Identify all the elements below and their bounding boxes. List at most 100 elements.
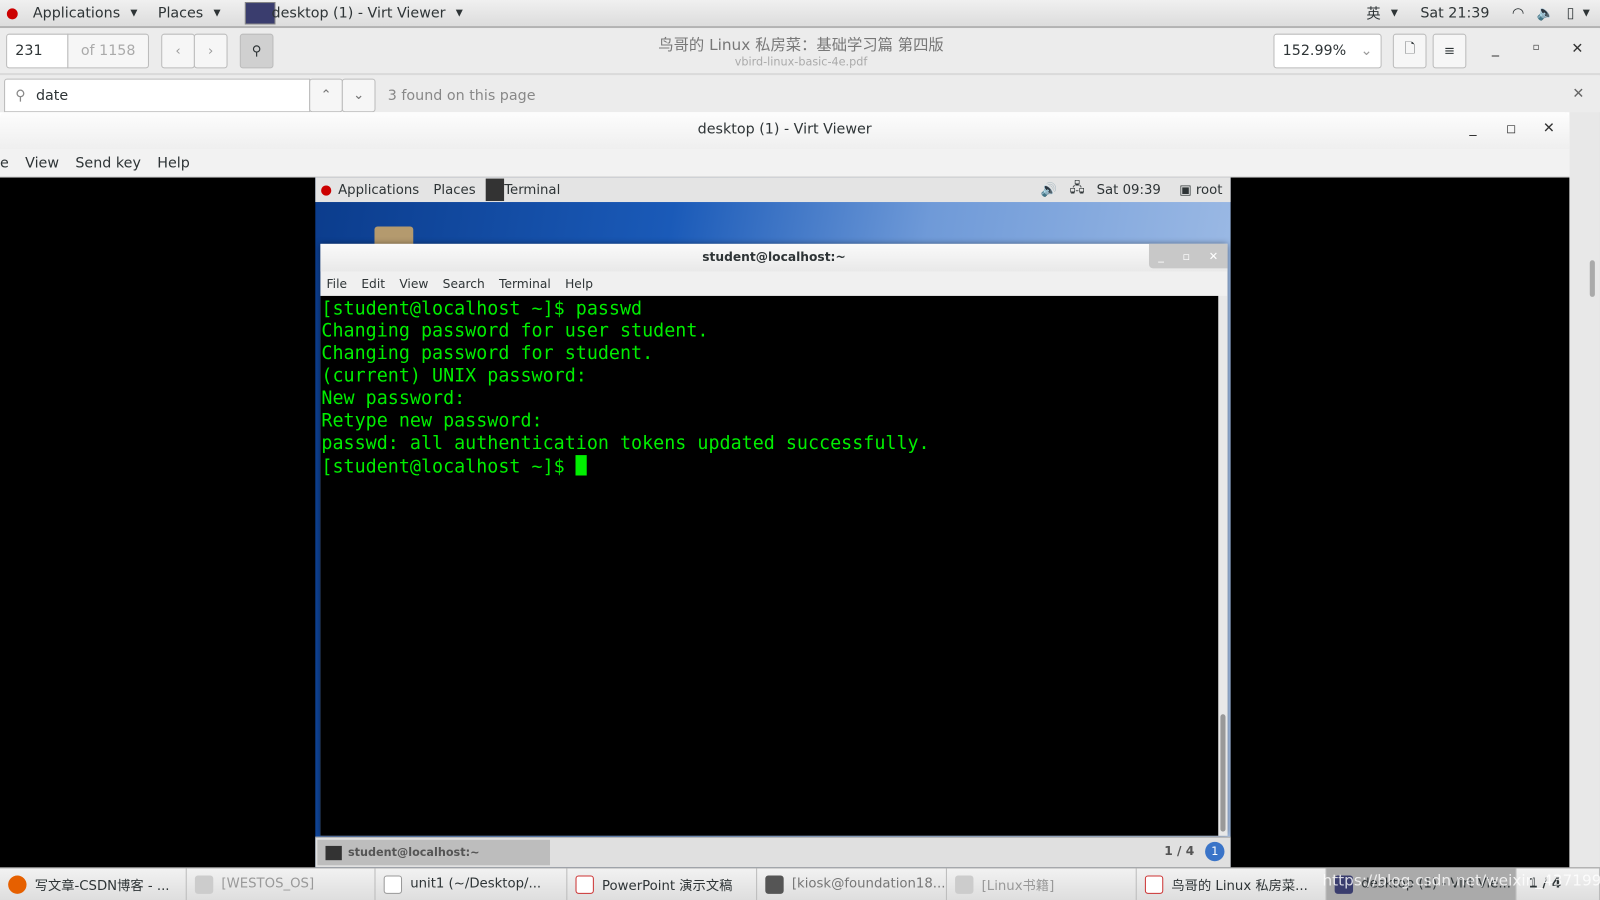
previous-page-button[interactable]: ‹ (161, 33, 195, 69)
terminal-line: [student@localhost ~]$ passwd (321, 297, 643, 320)
host-top-bar: ● Applications ▼ Places ▼ desktop (1) - Vi… (0, 0, 1600, 28)
terminal-line: (current) UNIX password: (321, 365, 587, 387)
vv-close-button[interactable]: ✕ (1543, 120, 1555, 136)
terminal-icon (325, 845, 342, 860)
search-toggle-button[interactable]: ⚲ (239, 33, 274, 69)
guest-applications-menu[interactable]: Applications (338, 182, 419, 197)
terminal-menubar: File Edit View Search Terminal Help (320, 271, 1227, 295)
find-bar: ⚲ date ⌃ ⌄ 3 found on this page ✕ (0, 75, 1600, 113)
terminal-title: student@localhost:~ (320, 243, 1228, 272)
wifi-icon[interactable]: ◠ (1512, 5, 1524, 21)
document-viewer-icon (575, 874, 594, 894)
terminal-prompt: [student@localhost ~]$ (321, 456, 576, 478)
notification-badge[interactable]: 1 (1205, 841, 1225, 862)
terminal-output[interactable]: [student@localhost ~]$ passwd Changing pa… (320, 295, 1219, 836)
terminal-close-button[interactable]: ✕ (1209, 249, 1218, 262)
terminal-menu-help[interactable]: Help (565, 277, 593, 291)
battery-icon[interactable]: ▯ (1567, 5, 1575, 21)
terminal-menu-search[interactable]: Search (443, 277, 485, 291)
maximize-button[interactable]: ▫ (1533, 42, 1540, 53)
places-menu[interactable]: Places ▼ (158, 5, 227, 21)
terminal-scrollbar[interactable] (1218, 295, 1228, 836)
find-next-button[interactable]: ⌄ (341, 78, 376, 113)
task-firefox[interactable]: 写文章-CSDN博客 - ... (0, 868, 187, 900)
virt-viewer-menubar: e View Send key Help (0, 148, 1570, 178)
document-title: 鸟哥的 Linux 私房菜：基础学习篇 第四版 (658, 35, 944, 55)
guest-active-app[interactable]: Terminal (504, 182, 560, 197)
page-view-button[interactable]: 🗋 (1392, 33, 1427, 69)
task-unit1[interactable]: unit1 (~/Desktop/... (376, 868, 568, 900)
window-icon (955, 874, 974, 894)
search-icon: ⚲ (251, 43, 262, 59)
hamburger-icon: ≡ (1443, 43, 1456, 59)
watermark: https://blog.csdn.net/weixin_43719955 (1322, 871, 1600, 890)
vv-maximize-button[interactable]: ◻ (1506, 121, 1516, 135)
zoom-select[interactable]: 152.99% ⌄ (1273, 33, 1382, 69)
input-method[interactable]: 英 ▼ (1366, 3, 1404, 23)
pdf-toolbar: 231 of 1158 ‹ › ⚲ 鸟哥的 Linux 私房菜：基础学习篇 第四… (0, 28, 1600, 75)
find-close-button[interactable]: ✕ (1572, 86, 1584, 102)
terminal-minimize-button[interactable]: _ (1158, 249, 1164, 262)
terminal-line: Changing password for student. (321, 342, 654, 365)
network-icon[interactable]: 🖧 (1070, 179, 1085, 201)
system-menu-caret[interactable]: ▼ (1583, 8, 1590, 18)
terminal-menu-edit[interactable]: Edit (361, 277, 385, 291)
close-button[interactable]: ✕ (1571, 41, 1583, 57)
guest-clock[interactable]: Sat 09:39 (1097, 182, 1161, 197)
terminal-maximize-button[interactable]: ▫ (1183, 249, 1191, 262)
terminal-line: New password: (321, 387, 466, 410)
task-powerpoint[interactable]: PowerPoint 演示文稿 (567, 868, 758, 900)
guest-top-bar: ● Applications Places Terminal 🔊 🖧 Sat 0… (315, 177, 1231, 203)
document-icon: 🗋 (1404, 41, 1416, 58)
host-taskbar: 写文章-CSDN博客 - ... [WESTOS_OS] unit1 (~/De… (0, 867, 1600, 900)
volume-icon[interactable]: 🔊 (1041, 182, 1058, 197)
volume-muted-icon[interactable]: 🔈 (1537, 5, 1555, 21)
menu-file[interactable]: e (0, 155, 9, 171)
redhat-icon: ● (320, 182, 332, 198)
page-total: of 1158 (67, 33, 149, 69)
window-icon (194, 874, 214, 894)
next-page-button[interactable]: › (193, 33, 228, 69)
menu-view[interactable]: View (25, 155, 59, 171)
terminal-line: passwd: all authentication tokens update… (321, 432, 930, 455)
minimize-button[interactable]: _ (1492, 41, 1499, 57)
document-filename: vbird-linux-basic-4e.pdf (734, 55, 868, 69)
guest-user-menu[interactable]: root (1196, 182, 1223, 197)
guest-workspace-indicator[interactable]: 1 / 4 (1164, 844, 1194, 858)
task-linux-books[interactable]: [Linux书籍] (947, 868, 1137, 900)
guest-task-terminal[interactable]: student@localhost:~ (317, 839, 550, 866)
terminal-line: Changing password for user student. (321, 320, 709, 342)
guest-places-menu[interactable]: Places (433, 182, 475, 197)
virt-viewer-window: desktop (1) - Virt Viewer _ ◻ ✕ e View S… (0, 112, 1570, 868)
task-pdf-viewer[interactable]: 鸟哥的 Linux 私房菜... (1137, 868, 1327, 900)
menu-send-key[interactable]: Send key (75, 155, 141, 171)
vv-minimize-button[interactable]: _ (1469, 120, 1476, 136)
text-editor-icon (383, 874, 403, 894)
applications-menu[interactable]: Applications ▼ (33, 5, 144, 21)
firefox-icon (8, 874, 27, 894)
clock[interactable]: Sat 21:39 (1420, 5, 1489, 21)
terminal-window-controls: _ ▫ ✕ (1148, 243, 1228, 269)
menu-button[interactable]: ≡ (1432, 33, 1467, 69)
terminal-icon (485, 178, 505, 202)
virt-viewer-title: desktop (1) - Virt Viewer (0, 112, 1570, 149)
terminal-window: student@localhost:~ _ ▫ ✕ File Edit View S… (320, 243, 1228, 836)
task-westos[interactable]: [WESTOS_OS] (187, 868, 376, 900)
guest-display[interactable]: ● Applications Places Terminal 🔊 🖧 Sat 0… (0, 177, 1570, 868)
pdf-scrollbar[interactable] (1589, 260, 1595, 297)
terminal-menu-view[interactable]: View (399, 277, 428, 291)
page-number-input[interactable]: 231 (6, 33, 69, 69)
find-status: 3 found on this page (387, 87, 536, 105)
find-input[interactable]: ⚲ date (4, 78, 311, 113)
search-icon: ⚲ (15, 87, 26, 104)
guest-bottom-bar: student@localhost:~ 1 / 4 1 (315, 836, 1231, 868)
terminal-menu-terminal[interactable]: Terminal (499, 277, 551, 291)
find-previous-button[interactable]: ⌃ (309, 78, 343, 113)
guest-desktop[interactable]: ● Applications Places Terminal 🔊 🖧 Sat 0… (315, 177, 1231, 868)
terminal-menu-file[interactable]: File (327, 277, 348, 291)
document-viewer-icon (1144, 874, 1164, 894)
task-kiosk-terminal[interactable]: [kiosk@foundation18... (757, 868, 947, 900)
user-icon: ▣ (1179, 182, 1192, 198)
menu-help[interactable]: Help (157, 155, 190, 171)
active-window-menu[interactable]: desktop (1) - Virt Viewer ▼ (245, 2, 469, 25)
